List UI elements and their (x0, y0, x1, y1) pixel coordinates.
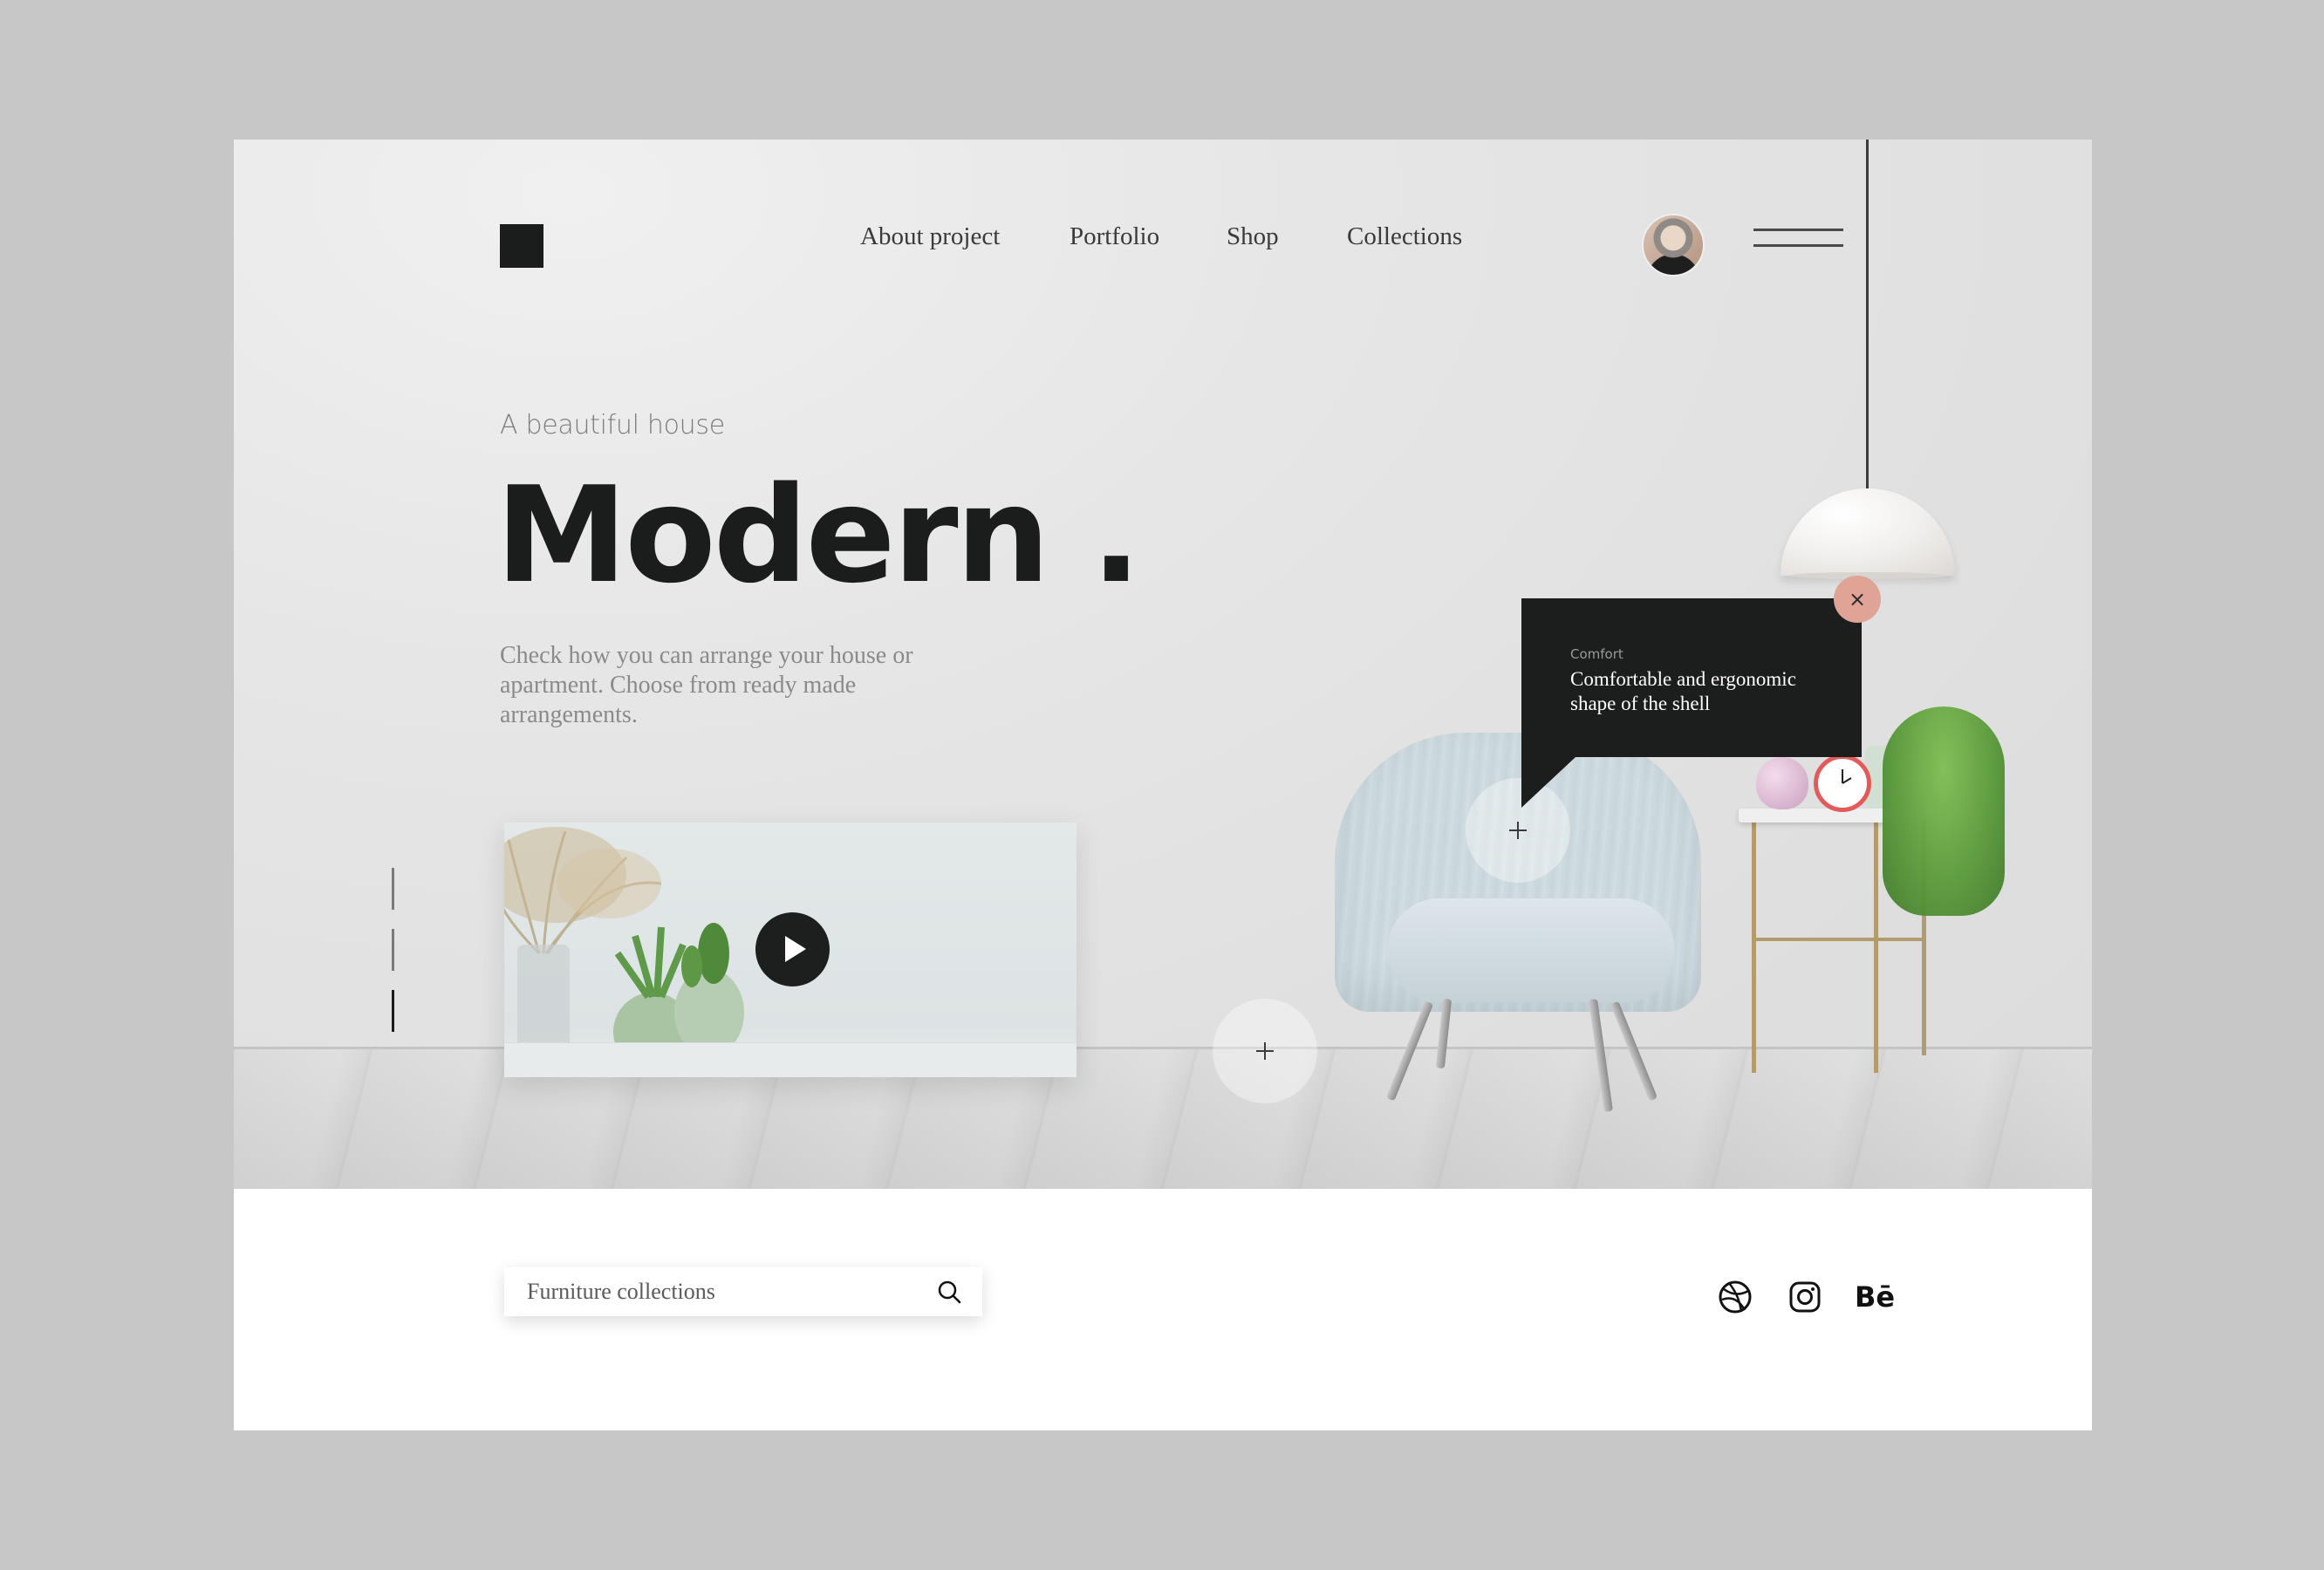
product-tooltip: Comfort Comfortable and ergonomic shape … (1521, 598, 1862, 808)
user-avatar[interactable] (1642, 214, 1705, 276)
hanging-plant-image (1883, 706, 2005, 916)
nav-portfolio[interactable]: Portfolio (1070, 222, 1159, 251)
hero-section: About project Portfolio Shop Collections… (234, 140, 2092, 1189)
instagram-icon[interactable] (1787, 1279, 1823, 1315)
side-table-ring (1752, 938, 1922, 941)
side-table-leg (1752, 820, 1756, 1073)
dribbble-icon[interactable] (1717, 1279, 1753, 1315)
slide-indicator-2[interactable] (392, 929, 394, 971)
video-card[interactable] (504, 823, 1077, 1077)
behance-icon[interactable]: Bē (1855, 1279, 1895, 1315)
hero-headline: Modern . (496, 458, 1141, 612)
hotspot-floor[interactable] (1213, 999, 1317, 1103)
side-table-leg (1874, 820, 1878, 1073)
armchair-seat (1387, 898, 1675, 1003)
vase-image (1756, 757, 1808, 809)
nav-about-project[interactable]: About project (860, 222, 1000, 251)
search-icon[interactable] (937, 1280, 961, 1304)
logo[interactable] (500, 224, 543, 268)
landing-page: About project Portfolio Shop Collections… (234, 140, 2092, 1430)
play-icon[interactable] (755, 912, 830, 986)
tooltip-text: Comfortable and ergonomic shape of the s… (1570, 668, 1796, 714)
search-input[interactable] (504, 1267, 923, 1316)
hero-eyebrow: A beautiful house (500, 410, 725, 440)
hamburger-menu-icon[interactable] (1753, 227, 1843, 253)
nav-shop[interactable]: Shop (1227, 222, 1279, 251)
video-ledge (504, 1042, 1077, 1077)
slide-indicator (392, 868, 395, 1034)
lamp-cord-decoration (1866, 140, 1869, 488)
nav-collections[interactable]: Collections (1347, 222, 1462, 251)
tooltip-tag: Comfort (1570, 646, 1623, 662)
hero-description: Check how you can arrange your house or … (500, 642, 913, 728)
clock-icon (1814, 754, 1871, 812)
close-icon[interactable]: × (1834, 576, 1881, 623)
side-table-image (1739, 809, 1891, 823)
slide-indicator-1[interactable] (392, 868, 394, 910)
search-box (504, 1267, 982, 1316)
slide-indicator-3-active[interactable] (392, 990, 394, 1032)
pendant-lamp-image (1781, 488, 1955, 579)
